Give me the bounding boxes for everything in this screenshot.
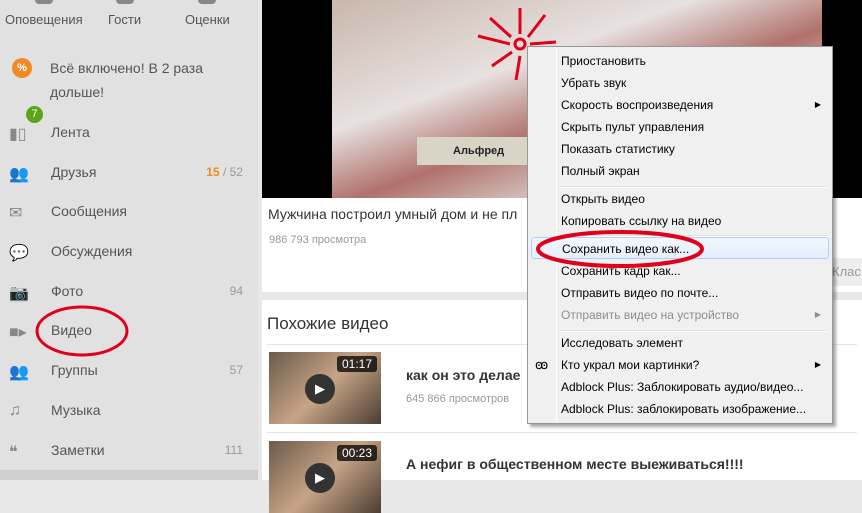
- menu-item-show-stats[interactable]: Показать статистику: [531, 138, 829, 160]
- sidebar-item-label: Видео: [51, 322, 92, 338]
- menu-item-save-video-as[interactable]: Сохранить видео как...: [531, 237, 829, 259]
- feed-badge: 7: [26, 106, 43, 123]
- sidebar-item-photo[interactable]: 📷 Фото 94: [0, 271, 258, 311]
- ratings-label: Оценки: [185, 12, 230, 27]
- menu-item-hide-controls[interactable]: Скрыть пульт управления: [531, 116, 829, 138]
- sidebar-item-label: Обсуждения: [51, 243, 133, 259]
- notes-icon: ❝: [9, 444, 18, 461]
- notifications-label: Оповещения: [5, 12, 83, 27]
- sidebar-item-discussions[interactable]: 💬 Обсуждения: [0, 231, 258, 271]
- promo-icon: %: [12, 58, 32, 78]
- chat-icon: 💬: [9, 245, 29, 262]
- menu-item-copy-video-link[interactable]: Копировать ссылку на видео: [531, 210, 829, 232]
- menu-item-fullscreen[interactable]: Полный экран: [531, 160, 829, 182]
- sidebar-item-music[interactable]: ♫ Музыка: [0, 390, 258, 430]
- sidebar-item-label: Сообщения: [51, 203, 127, 219]
- sidebar-item-label: Заметки: [51, 442, 105, 458]
- menu-item-label: Кто украл мои картинки?: [561, 358, 700, 372]
- menu-item-inspect[interactable]: Исследовать элемент: [531, 332, 829, 354]
- submenu-arrow-icon: ▶: [814, 360, 821, 369]
- play-icon[interactable]: ▶: [305, 463, 335, 493]
- promo-text: Всё включено! В 2 раза дольше!: [50, 60, 203, 100]
- menu-item-save-frame-as[interactable]: Сохранить кадр как...: [531, 260, 829, 282]
- play-icon[interactable]: ▶: [305, 374, 335, 404]
- duration-badge: 01:17: [336, 356, 377, 372]
- camera-icon: 📷: [9, 285, 29, 302]
- sidebar-item-label: Музыка: [51, 402, 101, 418]
- similar-video-title[interactable]: А нефиг в общественном месте выеживаться…: [406, 456, 744, 472]
- sidebar: Оповещения Гости Оценки % Всё включено! В…: [0, 0, 258, 480]
- photo-count: 94: [229, 284, 243, 298]
- menu-item-label: Отправить видео на устройство: [561, 308, 740, 322]
- menu-item-adblock-image[interactable]: Adblock Plus: заблокировать изображение.…: [531, 398, 829, 420]
- groups-icon: 👥: [9, 364, 29, 381]
- guests-label: Гости: [108, 12, 142, 27]
- owl-eyes-icon: ꙭ: [535, 357, 549, 372]
- friends-total-count: 52: [229, 165, 243, 179]
- divider: [267, 432, 857, 433]
- similar-video-title[interactable]: как он это делае: [406, 367, 520, 383]
- sidebar-item-video[interactable]: ■▸ Видео: [0, 310, 258, 350]
- menu-item-adblock-media[interactable]: Adblock Plus: Заблокировать аудио/видео.…: [531, 376, 829, 398]
- envelope-icon: ✉: [9, 205, 23, 222]
- ratings-icon: [198, 0, 217, 4]
- video-views: 986 793 просмотра: [269, 234, 367, 246]
- sidebar-item-label: Фото: [51, 283, 84, 299]
- video-thumbnail[interactable]: 00:23 ▶: [269, 441, 381, 513]
- menu-item-email-video[interactable]: Отправить видео по почте...: [531, 282, 829, 304]
- sidebar-item-notes[interactable]: ❝ Заметки 111: [0, 430, 258, 470]
- context-menu: Приостановить Убрать звук Скорость воспр…: [527, 46, 833, 424]
- menu-item-label: Скорость воспроизведения: [561, 98, 714, 112]
- sidebar-item-label: Лента: [51, 124, 90, 140]
- friends-count: 15 / 52: [206, 165, 243, 179]
- sidebar-item-label: Друзья: [51, 164, 97, 180]
- sidebar-selected-row[interactable]: [0, 470, 258, 480]
- similar-title: Похожие видео: [267, 314, 389, 333]
- sidebar-item-friends[interactable]: 👥 Друзья 15 / 52: [0, 152, 258, 192]
- feed-icon: ▮▯: [9, 126, 27, 143]
- menu-item-who-stole-pictures[interactable]: ꙭ Кто украл мои картинки? ▶: [531, 354, 829, 376]
- sidebar-item-feed[interactable]: ▮▯ 7 Лента: [0, 106, 258, 152]
- menu-item-mute[interactable]: Убрать звук: [531, 72, 829, 94]
- notes-count: 111: [224, 443, 243, 457]
- friends-new-count: 15: [206, 165, 220, 179]
- menu-item-send-to-device[interactable]: Отправить видео на устройство ▶: [531, 304, 829, 326]
- footprints-icon: [115, 0, 134, 4]
- submenu-arrow-icon: ▶: [814, 310, 821, 319]
- groups-count: 57: [229, 363, 243, 377]
- promo-link[interactable]: % Всё включено! В 2 раза дольше!: [12, 56, 252, 104]
- bell-icon: [34, 0, 53, 4]
- menu-item-playback-speed[interactable]: Скорость воспроизведения ▶: [531, 94, 829, 116]
- submenu-arrow-icon: ▶: [814, 100, 821, 109]
- sidebar-item-label: Группы: [51, 362, 98, 378]
- notifications-button[interactable]: Оповещения: [5, 0, 83, 27]
- video-title: Мужчина построил умный дом и не пл: [268, 206, 518, 222]
- video-thumbnail[interactable]: 01:17 ▶: [269, 352, 381, 424]
- music-note-icon: ♫: [9, 402, 21, 419]
- sidebar-item-messages[interactable]: ✉ Сообщения: [0, 191, 258, 231]
- ratings-button[interactable]: Оценки: [185, 0, 230, 27]
- sidebar-item-groups[interactable]: 👥 Группы 57: [0, 350, 258, 390]
- video-caption: Альфред: [417, 137, 527, 165]
- video-camera-icon: ■▸: [9, 324, 27, 341]
- count-separator: /: [219, 165, 230, 179]
- duration-badge: 00:23: [336, 445, 377, 461]
- friends-icon: 👥: [9, 166, 29, 183]
- menu-item-open-video[interactable]: Открыть видео: [531, 188, 829, 210]
- menu-item-pause[interactable]: Приостановить: [531, 50, 829, 72]
- similar-video-views: 645 866 просмотров: [406, 393, 510, 405]
- guests-button[interactable]: Гости: [108, 0, 142, 27]
- top-icons: Оповещения Гости Оценки: [0, 0, 258, 40]
